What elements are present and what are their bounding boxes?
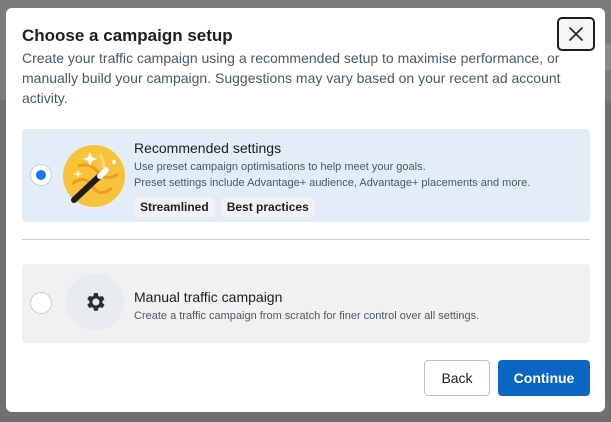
badge-streamlined: Streamlined [134,197,215,217]
dialog-title: Choose a campaign setup [22,26,233,45]
magic-wand-icon [63,145,125,207]
close-icon [569,27,583,41]
gear-icon-container [66,273,124,331]
close-button[interactable] [557,17,595,51]
recommended-desc-2: Preset settings include Advantage+ audie… [134,177,531,189]
recommended-badges: Streamlined Best practices [134,197,315,217]
option-recommended-settings[interactable]: Recommended settings Use preset campaign… [22,129,590,222]
dialog-subtitle: Create your traffic campaign using a rec… [22,50,561,106]
radio-manual[interactable] [30,292,52,314]
campaign-setup-dialog: Choose a campaign setup Create your traf… [6,8,605,412]
badge-best-practices: Best practices [220,197,315,217]
gear-icon [87,293,105,311]
radio-recommended[interactable] [30,164,52,186]
back-button[interactable]: Back [424,360,490,396]
continue-button[interactable]: Continue [498,360,590,396]
recommended-desc-1: Use preset campaign optimisations to hel… [134,161,426,173]
manual-title: Manual traffic campaign [134,289,283,305]
manual-desc: Create a traffic campaign from scratch f… [134,310,480,322]
option-manual-campaign[interactable]: Manual traffic campaign Create a traffic… [22,264,590,343]
divider [22,239,590,240]
recommended-title: Recommended settings [134,140,282,156]
